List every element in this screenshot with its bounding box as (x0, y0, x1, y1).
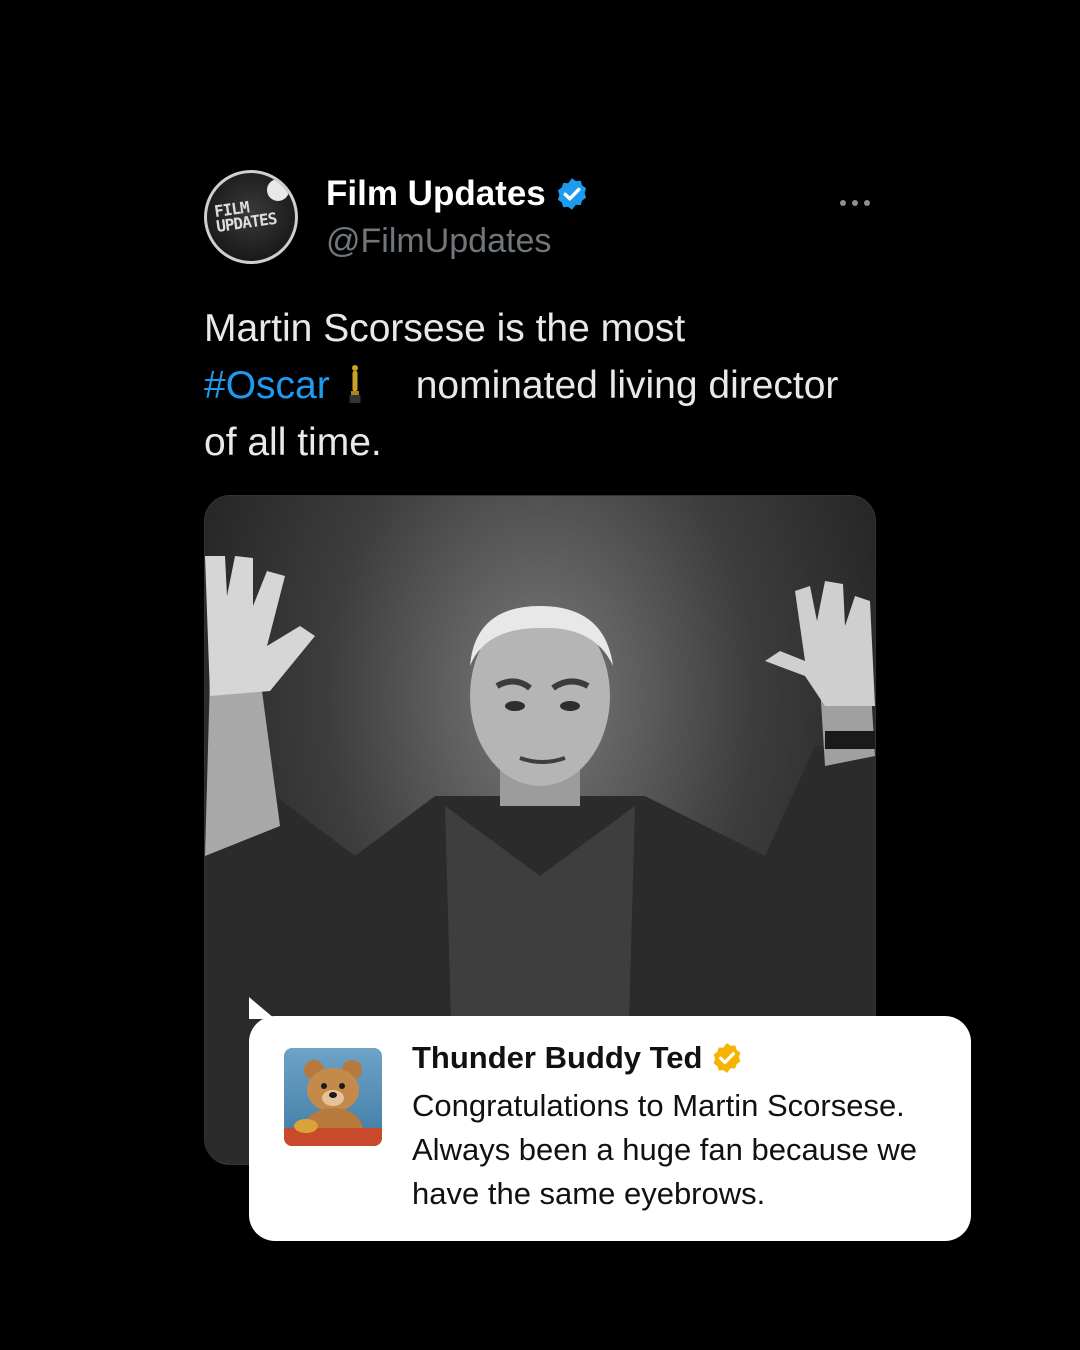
author-display-name[interactable]: Film Updates (326, 174, 546, 214)
author-handle[interactable]: @FilmUpdates (326, 222, 551, 261)
reply-text: Congratulations to Martin Scorsese. Alwa… (412, 1088, 917, 1211)
tweet-text-part1: Martin Scorsese is the most (204, 307, 686, 350)
verified-badge-icon (557, 178, 586, 210)
wristwatch (825, 731, 875, 749)
reply-avatar[interactable] (284, 1048, 382, 1146)
teddy-bear-icon (284, 1060, 382, 1146)
left-forearm (205, 676, 280, 856)
hashtag-link[interactable]: #Oscar (204, 364, 330, 407)
gold-verified-badge-icon (714, 1043, 741, 1073)
reply-author-name[interactable]: Thunder Buddy Ted (412, 1040, 702, 1076)
oscar-statuette-icon (349, 365, 361, 403)
right-hand (765, 581, 875, 706)
avatar-logo: FILM UPDATES (213, 194, 290, 236)
ellipsis-icon (840, 200, 846, 206)
left-hand (205, 556, 315, 696)
author-name-row: Film Updates (326, 174, 590, 214)
profile-avatar[interactable]: FILM UPDATES (204, 170, 298, 264)
reply-card: Thunder Buddy Ted Congratulations to Mar… (249, 1016, 971, 1241)
more-options-button[interactable] (840, 200, 870, 206)
reply-author-row: Thunder Buddy Ted (412, 1040, 744, 1076)
tweet-text: Martin Scorsese is the most #Oscar nomin… (204, 300, 874, 471)
